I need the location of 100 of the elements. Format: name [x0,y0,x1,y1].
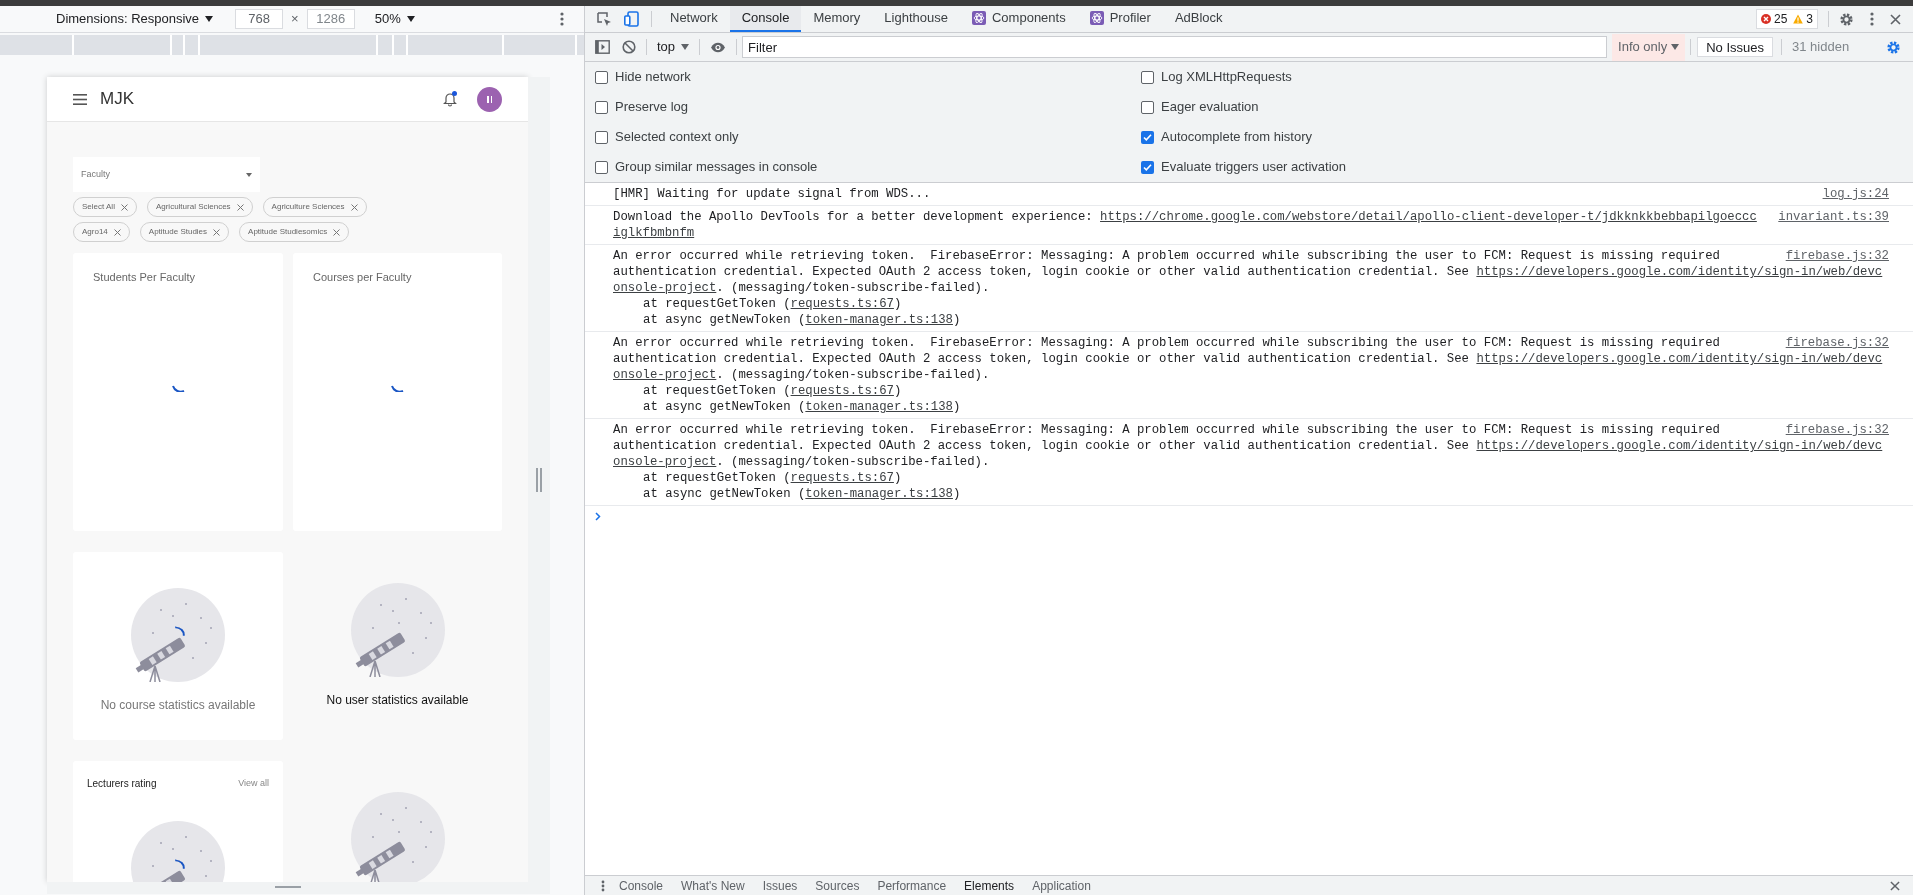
console-line: An error occurred while retrieving token. FirebaseError: Messaging: A problem occurred while subscribing the user to FCM: Request is missing required [613,335,1720,351]
checkbox[interactable] [1141,130,1154,144]
checkbox-label: Log XMLHttpRequests [1161,68,1292,87]
more-icon[interactable] [560,12,564,26]
checkbox[interactable] [1141,160,1154,174]
link[interactable]: token-manager.ts:138 [805,313,953,327]
prompt-icon[interactable] [595,511,601,521]
devtools-tab[interactable]: AdBlock [1162,6,1235,32]
checkbox-label: Group similar messages in console [615,158,818,177]
drawer-tab[interactable]: Sources [815,876,860,895]
context-dropdown[interactable]: top [657,37,676,57]
console-line: [HMR] Waiting for update signal from WDS... [613,186,931,202]
link[interactable]: https://developers.google.com/identity/sign-in/web/devc [1476,439,1883,453]
console-line: authentication credential. Expected OAuth 2 access token, login cookie or other valid authentication credential. See https://developers.google.com/identity/sign-in/web/devc [613,264,1884,280]
sidebar-toggle-icon[interactable] [595,40,610,54]
remove-icon[interactable] [213,228,221,236]
console-line: authentication credential. Expected OAuth 2 access token, login cookie or other valid authentication credential. See https://developers.google.com/identity/sign-in/web/devc [613,438,1884,454]
link[interactable]: onsole-project [613,455,717,469]
card-title: Students Per Faculty [92,270,197,285]
filter-field[interactable]: Filter [742,36,1608,58]
drawer-tab[interactable]: Console [619,876,664,895]
notification-bell-icon[interactable] [443,91,457,107]
link[interactable]: onsole-project [613,281,717,295]
remove-icon[interactable] [350,203,358,211]
issue-counter[interactable]: 25 3 [1755,9,1818,29]
atom-icon [1089,11,1104,25]
drawer-tab[interactable]: Application [1032,876,1091,895]
device-toggle-icon[interactable] [624,11,639,27]
source-link[interactable]: firebase.js:32 [1785,248,1889,264]
checkbox[interactable] [595,130,608,144]
loading-spinner [171,384,185,392]
source-link[interactable]: firebase.js:32 [1785,335,1889,351]
faculty-select[interactable]: Faculty [73,157,260,192]
checkbox[interactable] [595,70,608,84]
console-line: at async getNewToken (token-manager.ts:138) [642,312,962,328]
link[interactable]: https://chrome.google.com/webstore/detail/apollo-client-developer-t/jdkknkkbebbapilgoeccc [1100,210,1757,224]
checkbox-label: Selected context only [615,128,739,147]
drawer-tab[interactable]: Issues [762,876,798,895]
caret-icon [681,44,690,50]
settings-icon[interactable] [1886,39,1901,55]
source-link[interactable]: invariant.ts:39 [1778,209,1889,225]
caret-icon [406,16,415,22]
clear-icon[interactable] [622,40,636,54]
drawer-tab[interactable]: Elements [964,876,1015,895]
link[interactable]: token-manager.ts:138 [805,400,953,414]
zoom-dropdown[interactable]: 50% [374,9,401,29]
link[interactable]: onsole-project [613,368,717,382]
close-icon[interactable] [1890,13,1901,25]
link[interactable]: token-manager.ts:138 [805,487,953,501]
avatar-icon[interactable] [477,86,502,112]
issues-button[interactable]: No Issues [1697,37,1774,57]
drawer-tab[interactable]: Performance [877,876,947,895]
view-all-link[interactable]: View all [238,776,269,791]
atom-icon [971,11,986,25]
devtools-tab[interactable]: Console [729,6,802,32]
remove-icon[interactable] [113,228,121,236]
console-line: authentication credential. Expected OAuth 2 access token, login cookie or other valid authentication credential. See https://developers.google.com/identity/sign-in/web/devc [613,351,1884,367]
drawer-tab[interactable]: What's New [681,876,745,895]
link[interactable]: requests.ts:67 [790,471,894,485]
levels-dropdown[interactable]: Info only [1612,33,1686,61]
console-line: onsole-project. (messaging/token-subscribe-failed). [613,280,991,296]
settings-icon[interactable] [1839,11,1854,27]
remove-icon[interactable] [236,203,244,211]
width-field[interactable]: 768 [235,9,284,29]
devtools-tab[interactable]: Network [658,6,730,32]
link[interactable]: requests.ts:67 [790,297,894,311]
menu-icon[interactable] [73,93,87,105]
error-icon [1760,14,1771,24]
link[interactable]: https://developers.google.com/identity/sign-in/web/devc [1476,265,1883,279]
times-sign: × [291,10,299,29]
checkbox[interactable] [595,160,608,174]
link[interactable]: iglkfbmbnfm [613,226,695,240]
resize-handle[interactable] [275,886,301,888]
devtools-tab[interactable]: Profiler [1077,6,1163,32]
dimensions-dropdown[interactable]: Dimensions: Responsive [56,9,200,29]
devtools-tab[interactable]: Memory [801,6,873,32]
checkbox-label: Hide network [615,68,691,87]
inspect-icon[interactable] [597,11,612,27]
loading-spinner [172,626,187,637]
close-icon[interactable] [1890,880,1900,891]
link[interactable]: https://developers.google.com/identity/sign-in/web/devc [1476,352,1883,366]
console-line: at async getNewToken (token-manager.ts:138) [642,399,962,415]
devtools-tab[interactable]: Lighthouse [872,6,960,32]
checkbox[interactable] [595,100,608,114]
checkbox[interactable] [1141,100,1154,114]
resize-handle[interactable] [536,467,542,492]
source-link[interactable]: firebase.js:32 [1785,422,1889,438]
more-icon[interactable] [601,879,605,892]
more-icon[interactable] [1870,12,1874,26]
eye-icon[interactable] [710,41,727,53]
link[interactable]: requests.ts:67 [790,384,894,398]
checkbox[interactable] [1141,70,1154,84]
source-link[interactable]: log.js:24 [1822,186,1889,202]
devtools-tab[interactable]: Components [959,6,1078,32]
remove-icon[interactable] [120,203,128,211]
empty-state-message: No user statistics available [326,692,469,709]
remove-icon[interactable] [333,228,341,236]
console-line: at async getNewToken (token-manager.ts:138) [642,486,962,502]
loading-spinner [391,384,404,392]
height-field[interactable]: 1286 [306,9,355,29]
